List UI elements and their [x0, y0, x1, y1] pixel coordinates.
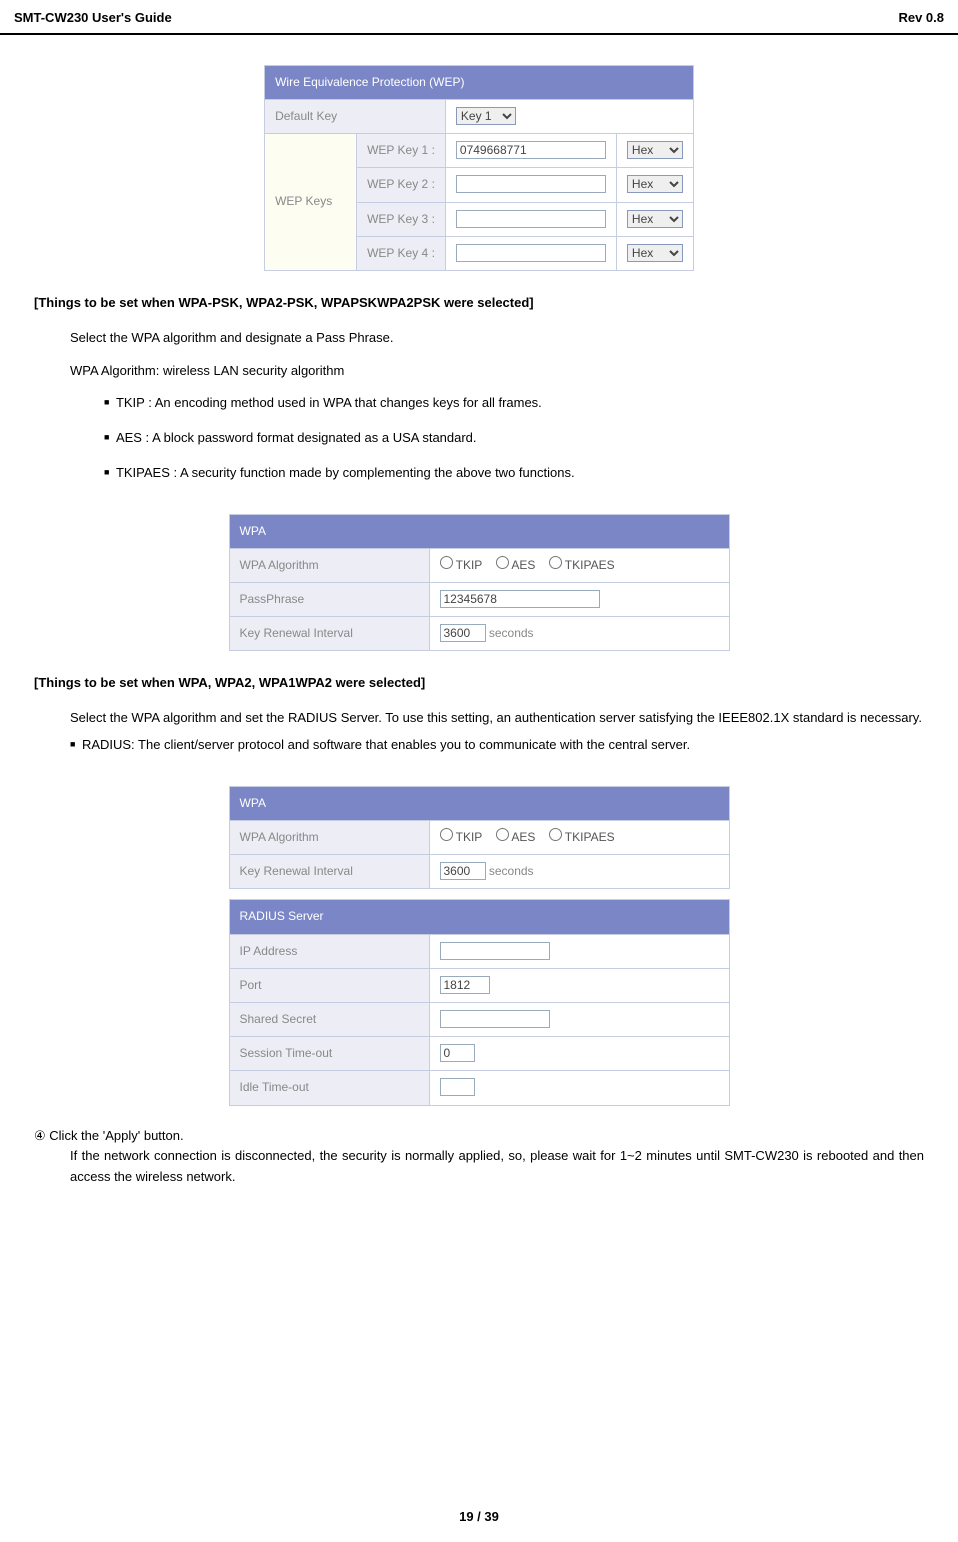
radius-table: RADIUS Server IP Address Port Shared Sec…: [229, 899, 730, 1105]
wpa-heading: [Things to be set when WPA, WPA2, WPA1WP…: [34, 673, 924, 694]
radius-session-label: Session Time-out: [229, 1037, 429, 1071]
wpa1-opt-tkipaes: TKIPAES: [565, 558, 615, 572]
wpa-psk-figure: WPA WPA Algorithm TKIP AES TKIPAES PassP…: [34, 514, 924, 652]
wpa1-alg-options: TKIP AES TKIPAES: [429, 548, 729, 582]
wpa2-renew-input[interactable]: [440, 862, 486, 880]
wpa-psk-table: WPA WPA Algorithm TKIP AES TKIPAES PassP…: [229, 514, 730, 652]
radius-ip-input[interactable]: [440, 942, 550, 960]
wpa2-renew-unit: seconds: [489, 864, 534, 878]
radius-secret-input[interactable]: [440, 1010, 550, 1028]
psk-heading: [Things to be set when WPA-PSK, WPA2-PSK…: [34, 293, 924, 314]
wpa1-radio-tkip[interactable]: [440, 556, 453, 569]
wpa2-renew-label: Key Renewal Interval: [229, 855, 429, 889]
header-left: SMT-CW230 User's Guide: [14, 8, 172, 29]
radius-idle-label: Idle Time-out: [229, 1071, 429, 1105]
wpa1-renew-input[interactable]: [440, 624, 486, 642]
wpa2-alg-label: WPA Algorithm: [229, 821, 429, 855]
wpa2-radio-aes[interactable]: [496, 828, 509, 841]
default-key-label: Default Key: [265, 99, 446, 133]
wpa1-alg-label: WPA Algorithm: [229, 548, 429, 582]
page-number: 19 / 39: [0, 1507, 958, 1528]
wpa2-opt-aes: AES: [511, 830, 535, 844]
wpa1-renew-unit: seconds: [489, 626, 534, 640]
radius-port-input[interactable]: [440, 976, 490, 994]
wpa2-table: WPA WPA Algorithm TKIP AES TKIPAES Key R…: [229, 786, 730, 890]
wep-title: Wire Equivalence Protection (WEP): [265, 65, 694, 99]
wep-key4-format[interactable]: Hex: [627, 244, 683, 262]
wpa2-alg-options: TKIP AES TKIPAES: [429, 821, 729, 855]
wpa2-radio-tkip[interactable]: [440, 828, 453, 841]
radius-port-label: Port: [229, 968, 429, 1002]
psk-bullet-tkip: TKIP : An encoding method used in WPA th…: [34, 393, 924, 414]
wpa1-radio-aes[interactable]: [496, 556, 509, 569]
radius-secret-label: Shared Secret: [229, 1002, 429, 1036]
psk-bullet-aes: AES : A block password format designated…: [34, 428, 924, 449]
wpa2-title: WPA: [229, 786, 729, 820]
wep-key4-label: WEP Key 4 :: [357, 236, 446, 270]
default-key-select[interactable]: Key 1: [456, 107, 516, 125]
wep-key1-label: WEP Key 1 :: [357, 134, 446, 168]
radius-ip-label: IP Address: [229, 934, 429, 968]
wpa1-title: WPA: [229, 514, 729, 548]
psk-line2: WPA Algorithm: wireless LAN security alg…: [34, 361, 924, 382]
psk-bullet-tkipaes: TKIPAES : A security function made by co…: [34, 463, 924, 484]
radius-idle-input[interactable]: [440, 1078, 475, 1096]
wpa1-opt-aes: AES: [511, 558, 535, 572]
wep-key4-input[interactable]: [456, 244, 606, 262]
wep-key3-label: WEP Key 3 :: [357, 202, 446, 236]
psk-line1: Select the WPA algorithm and designate a…: [34, 328, 924, 349]
radius-title: RADIUS Server: [229, 900, 729, 934]
wepkeys-col-label: WEP Keys: [265, 134, 357, 271]
wpa1-opt-tkip: TKIP: [456, 558, 483, 572]
header-right: Rev 0.8: [898, 8, 944, 29]
default-key-cell: Key 1: [445, 99, 693, 133]
wpa-bullet-radius: RADIUS: The client/server protocol and s…: [34, 735, 924, 756]
wep-key2-format[interactable]: Hex: [627, 175, 683, 193]
wep-key1-input[interactable]: [456, 141, 606, 159]
step4-line2: If the network connection is disconnecte…: [34, 1146, 924, 1188]
wpa1-radio-tkipaes[interactable]: [549, 556, 562, 569]
wep-figure: Wire Equivalence Protection (WEP) Defaul…: [34, 65, 924, 271]
step4-line1: Click the 'Apply' button.: [49, 1128, 183, 1143]
wep-key3-format[interactable]: Hex: [627, 210, 683, 228]
wep-table: Wire Equivalence Protection (WEP) Defaul…: [264, 65, 694, 271]
wpa-line1: Select the WPA algorithm and set the RAD…: [34, 708, 924, 729]
wpa1-renew-label: Key Renewal Interval: [229, 617, 429, 651]
wep-key1-format[interactable]: Hex: [627, 141, 683, 159]
wep-key3-input[interactable]: [456, 210, 606, 228]
wpa2-radio-tkipaes[interactable]: [549, 828, 562, 841]
radius-session-input[interactable]: [440, 1044, 475, 1062]
wep-key2-input[interactable]: [456, 175, 606, 193]
wep-key2-label: WEP Key 2 :: [357, 168, 446, 202]
wpa2-opt-tkipaes: TKIPAES: [565, 830, 615, 844]
wpa-radius-figure: WPA WPA Algorithm TKIP AES TKIPAES Key R…: [34, 786, 924, 1106]
wpa1-passphrase-input[interactable]: [440, 590, 600, 608]
wpa1-pass-label: PassPhrase: [229, 583, 429, 617]
wpa2-opt-tkip: TKIP: [456, 830, 483, 844]
